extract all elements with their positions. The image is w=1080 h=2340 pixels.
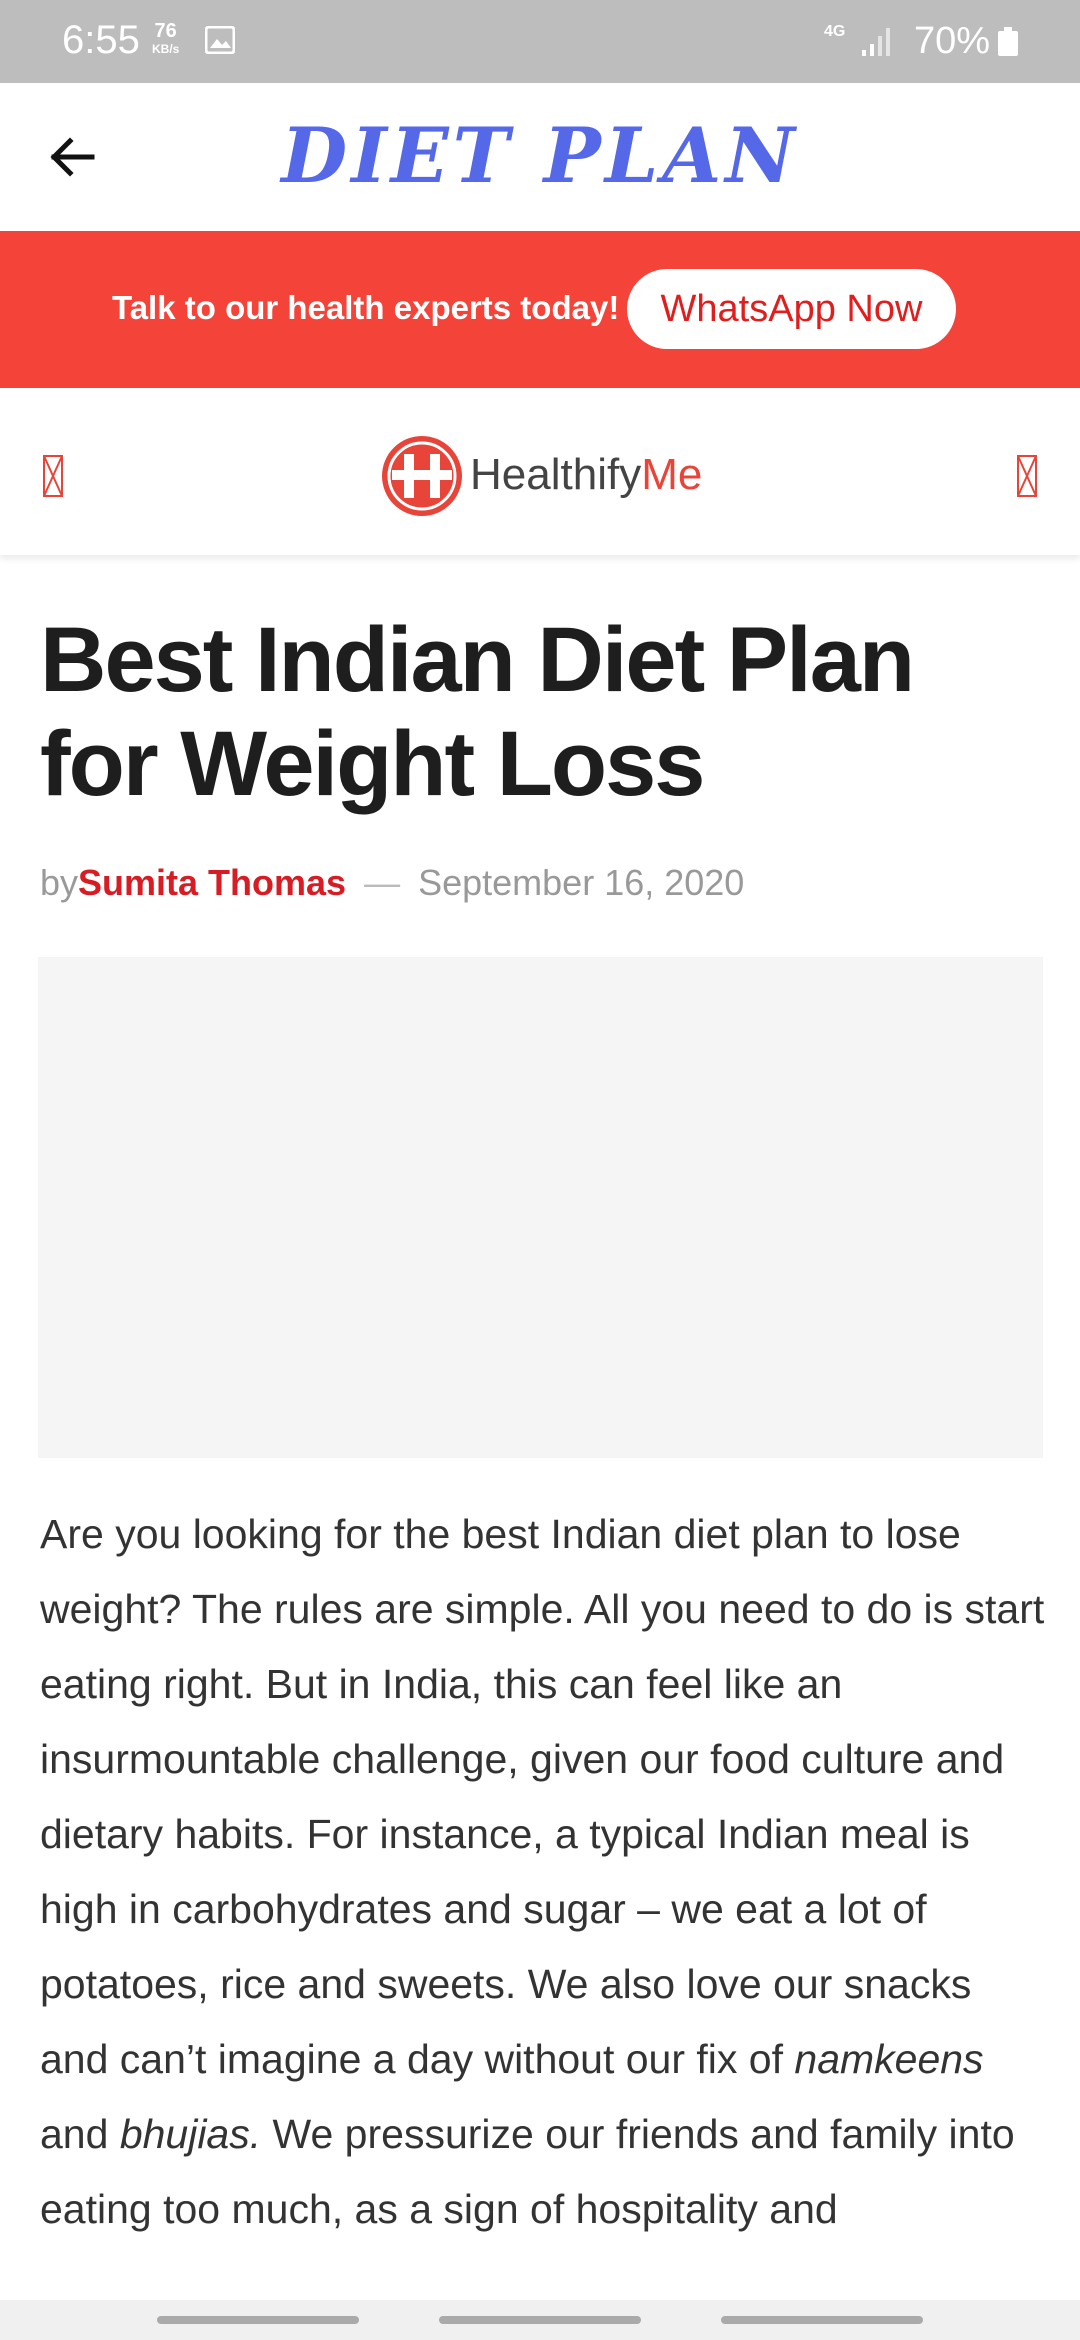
article-title: Best Indian Diet Plan for Weight Loss xyxy=(40,609,915,815)
search-icon[interactable] xyxy=(1016,454,1038,498)
network-speed-value: 76 xyxy=(154,20,177,42)
author-link[interactable]: Sumita Thomas xyxy=(78,862,346,903)
gesture-navigation-bar xyxy=(0,2300,1080,2340)
battery-icon xyxy=(998,27,1018,56)
byline-separator: — xyxy=(364,862,401,903)
menu-icon[interactable] xyxy=(42,454,64,498)
app-title: DIET PLAN xyxy=(281,111,799,200)
network-speed: 76 KB/s xyxy=(152,20,180,58)
byline-by: by xyxy=(40,862,79,903)
whatsapp-now-button[interactable]: WhatsApp Now xyxy=(627,269,956,349)
promo-text: Talk to our health experts today! xyxy=(112,289,620,326)
site-header: HealthifyMe xyxy=(0,388,1080,555)
gallery-icon xyxy=(205,26,235,54)
status-time: 6:55 xyxy=(62,18,140,62)
network-speed-unit: KB/s xyxy=(152,42,180,56)
body-text-2: and xyxy=(40,2111,120,2157)
promo-banner: Talk to our health experts today! WhatsA… xyxy=(0,231,1080,388)
app-bar: DIET PLAN xyxy=(0,83,1080,231)
byline: bySumita Thomas — September 16, 2020 xyxy=(40,862,744,904)
gesture-handle-right[interactable] xyxy=(721,2316,923,2324)
logo-text-accent: Me xyxy=(641,450,703,499)
network-type: 4G xyxy=(824,23,846,40)
body-text-1: Are you looking for the best Indian diet… xyxy=(40,1511,1045,2082)
featured-image-placeholder xyxy=(38,957,1043,1458)
body-emphasis-2: bhujias. xyxy=(119,2111,262,2157)
body-emphasis-1: namkeens xyxy=(794,2036,984,2082)
article-body: Are you looking for the best Indian diet… xyxy=(40,1497,1050,2247)
gesture-handle-left[interactable] xyxy=(157,2316,359,2324)
logo-text-main: Healthify xyxy=(470,450,642,499)
logo-text[interactable]: HealthifyMe xyxy=(470,450,702,500)
signal-icon xyxy=(862,28,890,56)
publish-date: September 16, 2020 xyxy=(418,862,745,903)
gesture-handle-center[interactable] xyxy=(439,2316,641,2324)
battery-level: 70% xyxy=(914,20,991,62)
healthifyme-logo-icon[interactable] xyxy=(380,434,464,518)
status-bar: 6:55 76 KB/s 4G 70% xyxy=(0,0,1080,83)
